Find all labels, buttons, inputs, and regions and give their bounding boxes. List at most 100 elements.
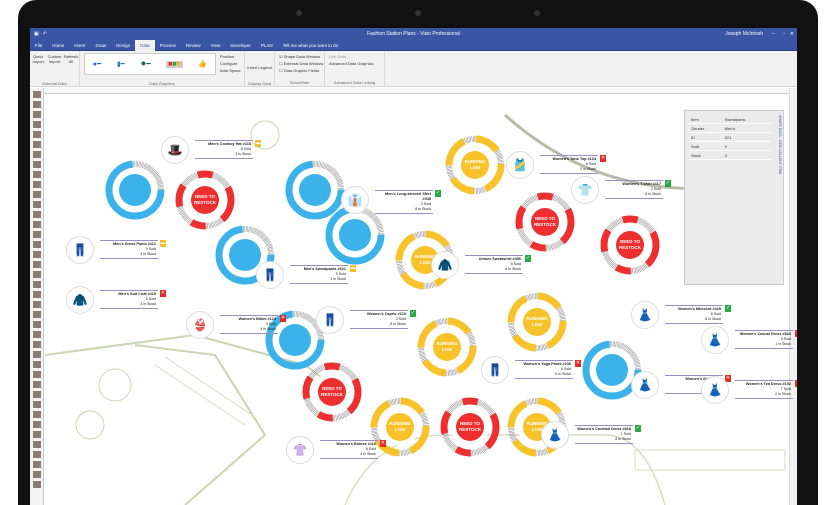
stencil-shape-icon[interactable] xyxy=(32,281,41,288)
item-callout[interactable]: Women's Miniskirt #425 8 Sold 8 in Stock ✓ xyxy=(665,305,731,324)
garment-icon[interactable]: 👖 xyxy=(66,236,94,264)
stencil-shape-icon[interactable] xyxy=(32,451,41,458)
item-callout[interactable]: Men's Suit Coat #115 5 Sold 3 in Stock ✕ xyxy=(100,290,166,309)
stencil-shape-icon[interactable] xyxy=(32,371,41,378)
tab-file[interactable]: File xyxy=(30,40,47,51)
quick-import-button[interactable]: Quick Import xyxy=(31,54,45,64)
stencil-shape-icon[interactable] xyxy=(32,461,41,468)
stencil-shape-icon[interactable] xyxy=(32,301,41,308)
stencil-shape-icon[interactable] xyxy=(32,121,41,128)
tab-plan[interactable]: PLAN xyxy=(256,40,278,51)
stencil-shape-icon[interactable] xyxy=(32,261,41,268)
tab-view[interactable]: View xyxy=(206,40,226,51)
drawing-canvas[interactable]: Item Sweatpants Gender Men's ID 621 Sold 9 Stock… xyxy=(45,95,797,505)
stencil-shape-icon[interactable] xyxy=(32,131,41,138)
thumbs-icon[interactable]: 👍 xyxy=(198,60,207,68)
garment-icon[interactable]: 👗 xyxy=(701,376,729,404)
restore-icon[interactable]: ▫ xyxy=(783,31,785,37)
stencil-shape-icon[interactable] xyxy=(32,351,41,358)
external-data-window-checkbox[interactable]: ☐ External Data Window xyxy=(279,60,324,67)
user-name[interactable]: Joseph McIntosh xyxy=(725,31,763,37)
minimize-icon[interactable]: – xyxy=(772,31,775,37)
data-graphics-gallery[interactable]: ●━ ▮━ ✹━ ■■■ 👍 xyxy=(84,53,216,75)
item-callout[interactable]: Women's Bikini #123 4 Sold 4 in Stock ✕ xyxy=(220,315,286,334)
garment-icon[interactable]: 👗 xyxy=(631,371,659,399)
close-icon[interactable]: ✕ xyxy=(790,31,794,37)
garment-icon[interactable]: 👗 xyxy=(631,301,659,329)
inventory-donut-yellow[interactable]: RUNNING LOW xyxy=(417,317,477,377)
stencil-shape-icon[interactable] xyxy=(32,291,41,298)
tab-review[interactable]: Review xyxy=(181,40,206,51)
stencil-shape-icon[interactable] xyxy=(32,241,41,248)
garment-icon[interactable]: 🎩 xyxy=(161,136,189,164)
item-callout[interactable]: Men's Long-sleeved Shirt #045 2 Sold 8 in … xyxy=(375,190,441,214)
garment-icon[interactable]: 🧥 xyxy=(66,286,94,314)
inventory-donut-red[interactable]: NEED TO RESTOCK xyxy=(302,362,362,422)
data-graphic-style-icon[interactable]: ●━ xyxy=(93,60,101,68)
tab-developer[interactable]: Developer xyxy=(225,40,256,51)
stencil-shape-icon[interactable] xyxy=(32,341,41,348)
item-callout[interactable]: Women's Tank Top #134 8 Sold 2 in Stock ✕ xyxy=(540,155,606,174)
garment-icon[interactable]: 👗 xyxy=(701,326,729,354)
stencil-shape-icon[interactable] xyxy=(32,331,41,338)
item-callout[interactable]: Men's Sweatpants #621 9 Sold 3 in Stock ▬ xyxy=(290,265,356,284)
position-button[interactable]: Position xyxy=(220,53,241,60)
tell-me-search[interactable]: Tell me what you want to do xyxy=(278,40,344,51)
shape-data-window[interactable]: Item Sweatpants Gender Men's ID 621 Sold 9 Stock… xyxy=(684,110,784,285)
item-callout[interactable]: Women's Yoga Pants #230 8 Sold 0 in Stock ✕ xyxy=(515,360,581,379)
stencil-shape-icon[interactable] xyxy=(32,321,41,328)
tab-draw[interactable]: Draw xyxy=(91,40,112,51)
stencil-shape-icon[interactable] xyxy=(32,91,41,98)
garment-icon[interactable]: 👖 xyxy=(256,261,284,289)
inventory-donut-blue[interactable] xyxy=(325,205,385,265)
stencil-shape-icon[interactable] xyxy=(32,311,41,318)
item-callout[interactable]: Women's T-shirt #117 2 Sold 6 in Stock ✓ xyxy=(605,180,671,199)
insert-legend-button[interactable]: Insert Legend xyxy=(245,51,274,70)
item-callout[interactable]: Women's Blouse #116 8 Sold 4 in Stock ✕ xyxy=(320,440,386,459)
stencil-shape-icon[interactable] xyxy=(32,481,41,488)
stencil-shape-icon[interactable] xyxy=(32,141,41,148)
garment-icon[interactable]: 🧥 xyxy=(431,251,459,279)
stencil-shape-icon[interactable] xyxy=(32,161,41,168)
refresh-all-button[interactable]: Refresh All xyxy=(64,54,78,64)
stencil-shape-icon[interactable] xyxy=(32,211,41,218)
custom-import-button[interactable]: Custom Import xyxy=(47,54,62,64)
stencil-shape-icon[interactable] xyxy=(32,441,41,448)
garment-icon[interactable]: 👔 xyxy=(341,186,369,214)
stencil-shape-icon[interactable] xyxy=(32,431,41,438)
stencil-shape-icon[interactable] xyxy=(32,181,41,188)
field-value[interactable]: Men's xyxy=(722,123,771,133)
stencil-shape-icon[interactable] xyxy=(32,391,41,398)
garment-icon[interactable]: 👚 xyxy=(286,436,314,464)
stencil-shape-icon[interactable] xyxy=(32,111,41,118)
item-callout[interactable]: Unisex Sweatshirt #456 5 Sold 8 in Stock ✓ xyxy=(465,255,531,274)
garment-icon[interactable]: 👕 xyxy=(571,176,599,204)
inventory-donut-red[interactable]: NEED TO RESTOCK xyxy=(440,397,500,457)
stencil-shape-icon[interactable] xyxy=(32,421,41,428)
inventory-donut-yellow[interactable]: RUNNING LOW xyxy=(445,135,505,195)
data-graphic-style-icon[interactable]: ▮━ xyxy=(117,60,125,68)
link-data-button[interactable]: Link Data xyxy=(329,53,384,60)
advanced-data-graphics-button[interactable]: Advanced Data Graphics xyxy=(329,60,384,67)
garment-icon[interactable]: 👙 xyxy=(186,311,214,339)
inventory-donut-yellow[interactable]: RUNNING LOW xyxy=(507,292,567,352)
vertical-scrollbar[interactable] xyxy=(789,88,797,505)
stencil-shape-icon[interactable] xyxy=(32,361,41,368)
stencil-shape-icon[interactable] xyxy=(32,271,41,278)
stencil-shape-icon[interactable] xyxy=(32,381,41,388)
stencil-shape-icon[interactable] xyxy=(32,251,41,258)
tab-insert[interactable]: Insert xyxy=(69,40,90,51)
garment-icon[interactable]: 👗 xyxy=(541,421,569,449)
field-value[interactable]: 621 xyxy=(722,132,771,142)
shapes-stencil-bar[interactable] xyxy=(30,88,44,505)
tab-process[interactable]: Process xyxy=(155,40,181,51)
garment-icon[interactable]: 👖 xyxy=(316,306,344,334)
stencil-shape-icon[interactable] xyxy=(32,231,41,238)
item-callout[interactable]: Women's Capris #210 2 Sold 8 in Stock ✓ xyxy=(350,310,416,329)
item-callout[interactable]: Women's Cocktail Dress #818 1 Sold 8 in St… xyxy=(575,425,641,444)
item-callout[interactable]: Women's Tea Dress #1927 Sold0 in Stock✕ xyxy=(735,380,797,399)
garment-icon[interactable]: 🎽 xyxy=(506,151,534,179)
stencil-shape-icon[interactable] xyxy=(32,101,41,108)
tab-data[interactable]: Data xyxy=(135,39,155,51)
data-graphic-style-icon[interactable]: ■■■ xyxy=(166,60,183,68)
